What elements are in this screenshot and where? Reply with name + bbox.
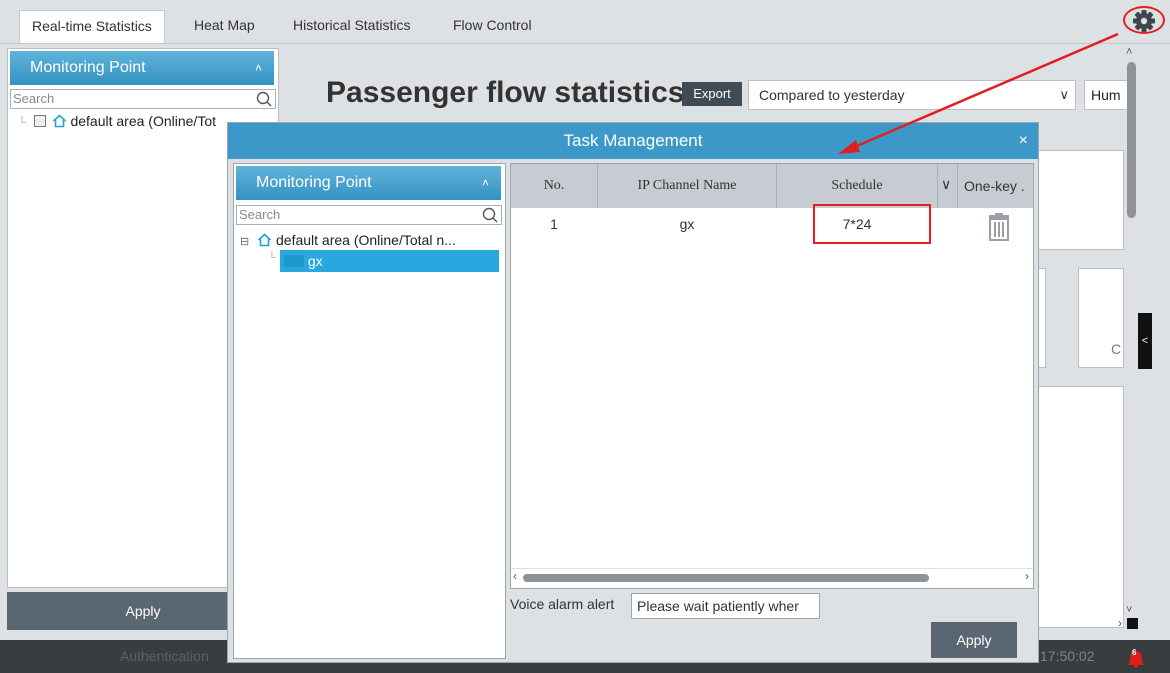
dialog-monitoring-panel: Monitoring Point ˄ Search ⊟ default area… xyxy=(233,163,506,659)
chevron-up-icon: ˄ xyxy=(1126,46,1133,58)
cell-no: 1 xyxy=(550,216,558,232)
alarm-count-badge: 6 xyxy=(1132,648,1137,657)
chevron-up-icon: ˄ xyxy=(254,61,262,75)
bg-scrollbar-thumb[interactable] xyxy=(1127,62,1136,218)
horizontal-scrollbar-thumb[interactable] xyxy=(523,574,929,582)
bg-search-input[interactable]: Search xyxy=(10,89,276,109)
dialog-tree-root[interactable]: ⊟ default area (Online/Total n... xyxy=(240,232,456,248)
dialog-title: Task Management xyxy=(563,131,703,150)
dialog-titlebar[interactable]: Task Management × xyxy=(228,123,1038,159)
bg-search-placeholder: Search xyxy=(13,91,55,106)
table-row[interactable]: 1 gx 7*24 xyxy=(511,208,1033,248)
dialog-monitoring-point-header[interactable]: Monitoring Point ˄ xyxy=(236,166,501,200)
home-icon xyxy=(258,233,272,247)
voice-alarm-label: Voice alarm alert xyxy=(510,596,615,612)
bg-monitoring-point-title: Monitoring Point xyxy=(30,59,146,76)
camera-icon xyxy=(284,255,304,267)
cell-channel: gx xyxy=(679,216,695,232)
bg-card-mid-right: C xyxy=(1078,268,1124,368)
search-icon xyxy=(256,91,272,107)
top-tab-bar: Real-time Statistics Heat Map Historical… xyxy=(0,0,1170,44)
chevron-down-icon: ˅ xyxy=(1126,604,1133,616)
chevron-down-icon: ∨ xyxy=(1059,87,1069,102)
column-header-one-key[interactable]: One-key . xyxy=(958,164,1034,208)
trash-icon[interactable] xyxy=(987,213,1011,241)
dialog-search-placeholder: Search xyxy=(239,207,281,222)
bg-card-bottom xyxy=(1036,386,1124,628)
bg-tree-root[interactable]: └ default area (Online/Tot xyxy=(18,113,216,129)
tab-flow-control[interactable]: Flow Control xyxy=(441,10,544,43)
chevron-right-icon[interactable]: › xyxy=(1025,569,1029,583)
status-time: 17:50:02 xyxy=(1040,648,1095,664)
bg-tree-root-label: default area (Online/Tot xyxy=(70,113,216,129)
collapse-panel-button[interactable]: < xyxy=(1138,313,1152,369)
close-icon[interactable]: × xyxy=(1019,123,1028,159)
chevron-up-icon: ˄ xyxy=(481,176,489,190)
tree-connector: └ xyxy=(268,252,276,264)
voice-alarm-input[interactable]: Please wait patiently wher xyxy=(631,593,820,619)
tab-historical-statistics[interactable]: Historical Statistics xyxy=(281,10,422,43)
alarm-bell-icon[interactable]: 6 xyxy=(1127,648,1145,668)
chevron-left-icon: < xyxy=(1141,335,1149,347)
bg-monitoring-point-header[interactable]: Monitoring Point ˄ xyxy=(10,51,274,85)
task-table: No. IP Channel Name Schedule ∨ One-key .… xyxy=(510,163,1034,589)
column-divider xyxy=(937,164,938,208)
tab-heat-map[interactable]: Heat Map xyxy=(182,10,267,43)
compare-select-value: Compared to yesterday xyxy=(759,87,905,103)
home-icon xyxy=(52,114,66,128)
bg-card-top xyxy=(1036,150,1124,250)
tab-real-time-statistics[interactable]: Real-time Statistics xyxy=(19,10,165,43)
resize-corner xyxy=(1127,618,1138,629)
export-button[interactable]: Export xyxy=(682,82,742,106)
column-header-schedule[interactable]: Schedule xyxy=(777,164,937,208)
search-icon xyxy=(482,207,498,223)
checkbox[interactable] xyxy=(33,115,46,127)
bg-card-text: C xyxy=(1111,341,1122,357)
page-title: Passenger flow statistics xyxy=(326,76,685,109)
column-header-no[interactable]: No. xyxy=(511,164,597,208)
dialog-tree-item-gx[interactable]: gx xyxy=(280,250,499,272)
settings-highlight-circle xyxy=(1123,6,1165,34)
dialog-apply-button[interactable]: Apply xyxy=(931,622,1017,658)
dialog-tree-item-gx-label: gx xyxy=(307,253,323,269)
task-management-dialog: Task Management × Monitoring Point ˄ Sea… xyxy=(227,122,1039,663)
compare-select[interactable]: Compared to yesterday ∨ xyxy=(748,80,1076,110)
chevron-down-icon[interactable]: ∨ xyxy=(941,176,951,193)
collapse-tree-icon[interactable]: ⊟ xyxy=(240,236,249,248)
chevron-right-icon: › xyxy=(1118,616,1122,630)
dialog-search-input[interactable]: Search xyxy=(236,205,502,225)
dialog-tree-root-label: default area (Online/Total n... xyxy=(276,232,456,248)
column-header-ip-channel-name[interactable]: IP Channel Name xyxy=(598,164,776,208)
status-text: Authentication xyxy=(120,648,209,664)
chevron-left-icon[interactable]: ‹ xyxy=(513,569,517,583)
schedule-highlight-box xyxy=(813,204,931,244)
dialog-monitoring-point-title: Monitoring Point xyxy=(256,174,372,191)
